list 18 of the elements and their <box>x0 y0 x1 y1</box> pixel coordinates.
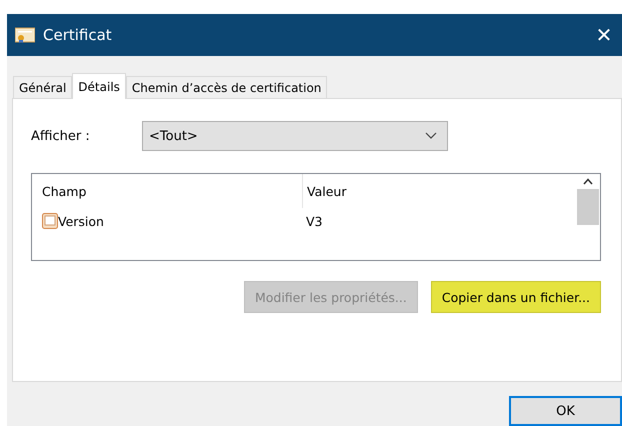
document-icon <box>42 213 58 229</box>
table-cell: Version <box>32 213 302 229</box>
tab[interactable]: Chemin d’accès de certification <box>126 76 328 98</box>
column-header[interactable]: Champ <box>32 174 302 208</box>
close-button[interactable]: ✕ <box>586 14 622 56</box>
scroll-up-icon[interactable] <box>583 178 593 185</box>
ok-button[interactable]: OK <box>509 396 622 426</box>
action-button[interactable]: Copier dans un fichier... <box>430 281 601 313</box>
show-dropdown[interactable]: <Tout> <box>142 121 448 151</box>
table-cell-text: V3 <box>305 214 324 228</box>
tab[interactable]: Détails <box>72 73 126 99</box>
tab[interactable]: Général <box>13 76 72 98</box>
show-label: Afficher : <box>31 128 91 144</box>
scrollbar-thumb[interactable] <box>577 189 599 225</box>
chevron-down-icon <box>425 132 437 140</box>
certificate-icon <box>15 27 35 43</box>
window-title: Certificat <box>43 26 113 44</box>
column-header[interactable]: Valeur <box>302 174 576 208</box>
